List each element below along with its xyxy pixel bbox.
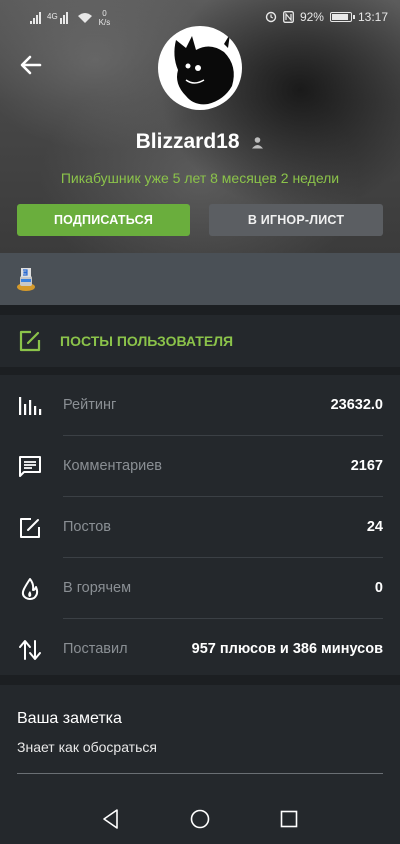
comment-icon	[19, 456, 41, 477]
stat-row-rating: Рейтинг 23632.0	[0, 375, 400, 436]
user-icon	[252, 137, 264, 149]
stat-value: 957 плюсов и 386 минусов	[191, 641, 383, 657]
stat-label: Рейтинг	[63, 397, 117, 413]
battery-icon	[329, 12, 355, 22]
signal-icon	[30, 12, 41, 24]
stat-row-votes: Поставил 957 плюсов и 386 минусов	[0, 619, 400, 680]
awards-strip	[0, 253, 400, 305]
username: Blizzard18	[0, 130, 400, 154]
tenure-text: Пикабушник уже 5 лет 8 месяцев 2 недели	[60, 170, 340, 186]
nav-back-icon[interactable]	[99, 807, 123, 831]
alarm-icon	[265, 11, 277, 23]
username-text: Blizzard18	[135, 130, 240, 153]
avatar-image	[174, 34, 234, 105]
stat-row-comments: Комментариев 2167	[0, 436, 400, 497]
stat-label: Постов	[63, 519, 111, 535]
avatar[interactable]	[158, 26, 242, 110]
net-speed: 0 K/s	[99, 9, 111, 27]
signal-icon-2: 4G	[47, 12, 71, 24]
post-edit-icon	[19, 330, 41, 352]
up-down-arrows-icon	[19, 640, 41, 660]
ignore-list-button[interactable]: В ИГНОР-ЛИСТ	[209, 204, 383, 236]
rating-bars-icon	[19, 397, 42, 415]
stat-value: 23632.0	[330, 397, 383, 413]
wifi-icon	[77, 13, 92, 23]
user-posts-button[interactable]: ПОСТЫ ПОЛЬЗОВАТЕЛЯ	[0, 315, 400, 367]
stat-label: В горячем	[63, 580, 132, 596]
award-badge-icon[interactable]	[15, 266, 37, 292]
nfc-icon	[282, 11, 294, 23]
nav-home-icon[interactable]	[188, 807, 212, 831]
note-underline	[17, 773, 383, 774]
stat-row-posts: Постов 24	[0, 497, 400, 558]
net-speed-value: 0	[102, 9, 107, 18]
fire-icon	[21, 578, 39, 600]
subscribe-button[interactable]: ПОДПИСАТЬСЯ	[17, 204, 190, 236]
battery-percent: 92%	[299, 10, 324, 24]
stat-label: Комментариев	[63, 458, 162, 474]
post-edit-icon	[20, 518, 40, 538]
system-nav-bar	[0, 795, 400, 844]
user-posts-label: ПОСТЫ ПОЛЬЗОВАТЕЛЯ	[60, 333, 234, 349]
user-note-section[interactable]: Ваша заметка Знает как обосраться	[0, 685, 400, 795]
stat-row-hot: В горячем 0	[0, 558, 400, 619]
nav-recents-icon[interactable]	[277, 807, 301, 831]
clock: 13:17	[357, 10, 388, 24]
stats-list: Рейтинг 23632.0 Комментариев 2167 Постов…	[0, 375, 400, 675]
net-speed-unit: K/s	[98, 18, 111, 27]
profile-header: 4G 0 K/s 92% 13:17 Blizzard18 Пикабушник…	[0, 0, 400, 253]
stat-value: 2167	[350, 458, 383, 474]
stat-value: 24	[366, 519, 383, 535]
note-title: Ваша заметка	[17, 710, 122, 727]
note-text[interactable]: Знает как обосраться	[17, 739, 157, 755]
back-arrow-icon[interactable]	[18, 52, 44, 78]
stat-value: 0	[374, 580, 383, 596]
stat-label: Поставил	[63, 641, 128, 657]
